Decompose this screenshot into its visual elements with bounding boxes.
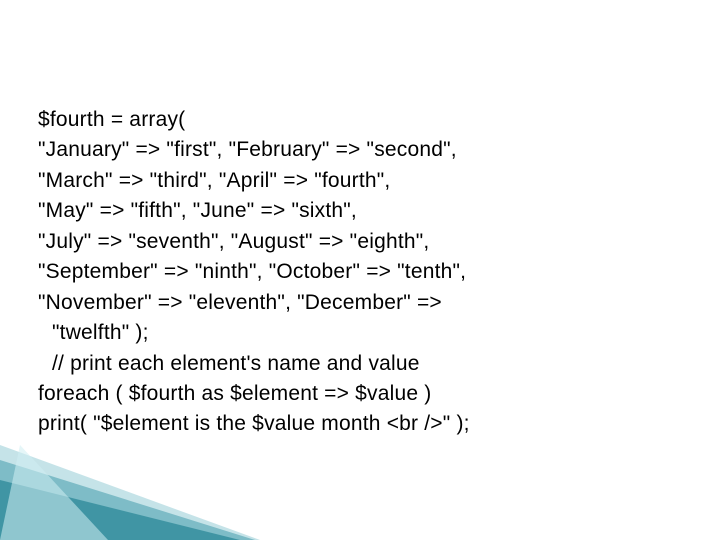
code-line: "March" => "third", "April" => "fourth", (38, 166, 682, 196)
accent-graphic (0, 445, 260, 540)
slide: $fourth = array( "January" => "first", "… (0, 0, 720, 540)
code-line: "January" => "first", "February" => "sec… (38, 135, 682, 165)
code-line: foreach ( $fourth as $element => $value … (38, 379, 682, 409)
code-line: $fourth = array( (38, 105, 682, 135)
code-line: "May" => "fifth", "June" => "sixth", (38, 196, 682, 226)
code-line: "July" => "seventh", "August" => "eighth… (38, 227, 682, 257)
code-line: print( "$element is the $value month <br… (38, 409, 682, 439)
code-line: "September" => "ninth", "October" => "te… (38, 257, 682, 287)
code-line: "twelfth" ); (38, 318, 682, 348)
code-line: "November" => "eleventh", "December" => (38, 288, 682, 318)
code-block: $fourth = array( "January" => "first", "… (38, 105, 682, 440)
code-line: // print each element's name and value (38, 349, 682, 379)
